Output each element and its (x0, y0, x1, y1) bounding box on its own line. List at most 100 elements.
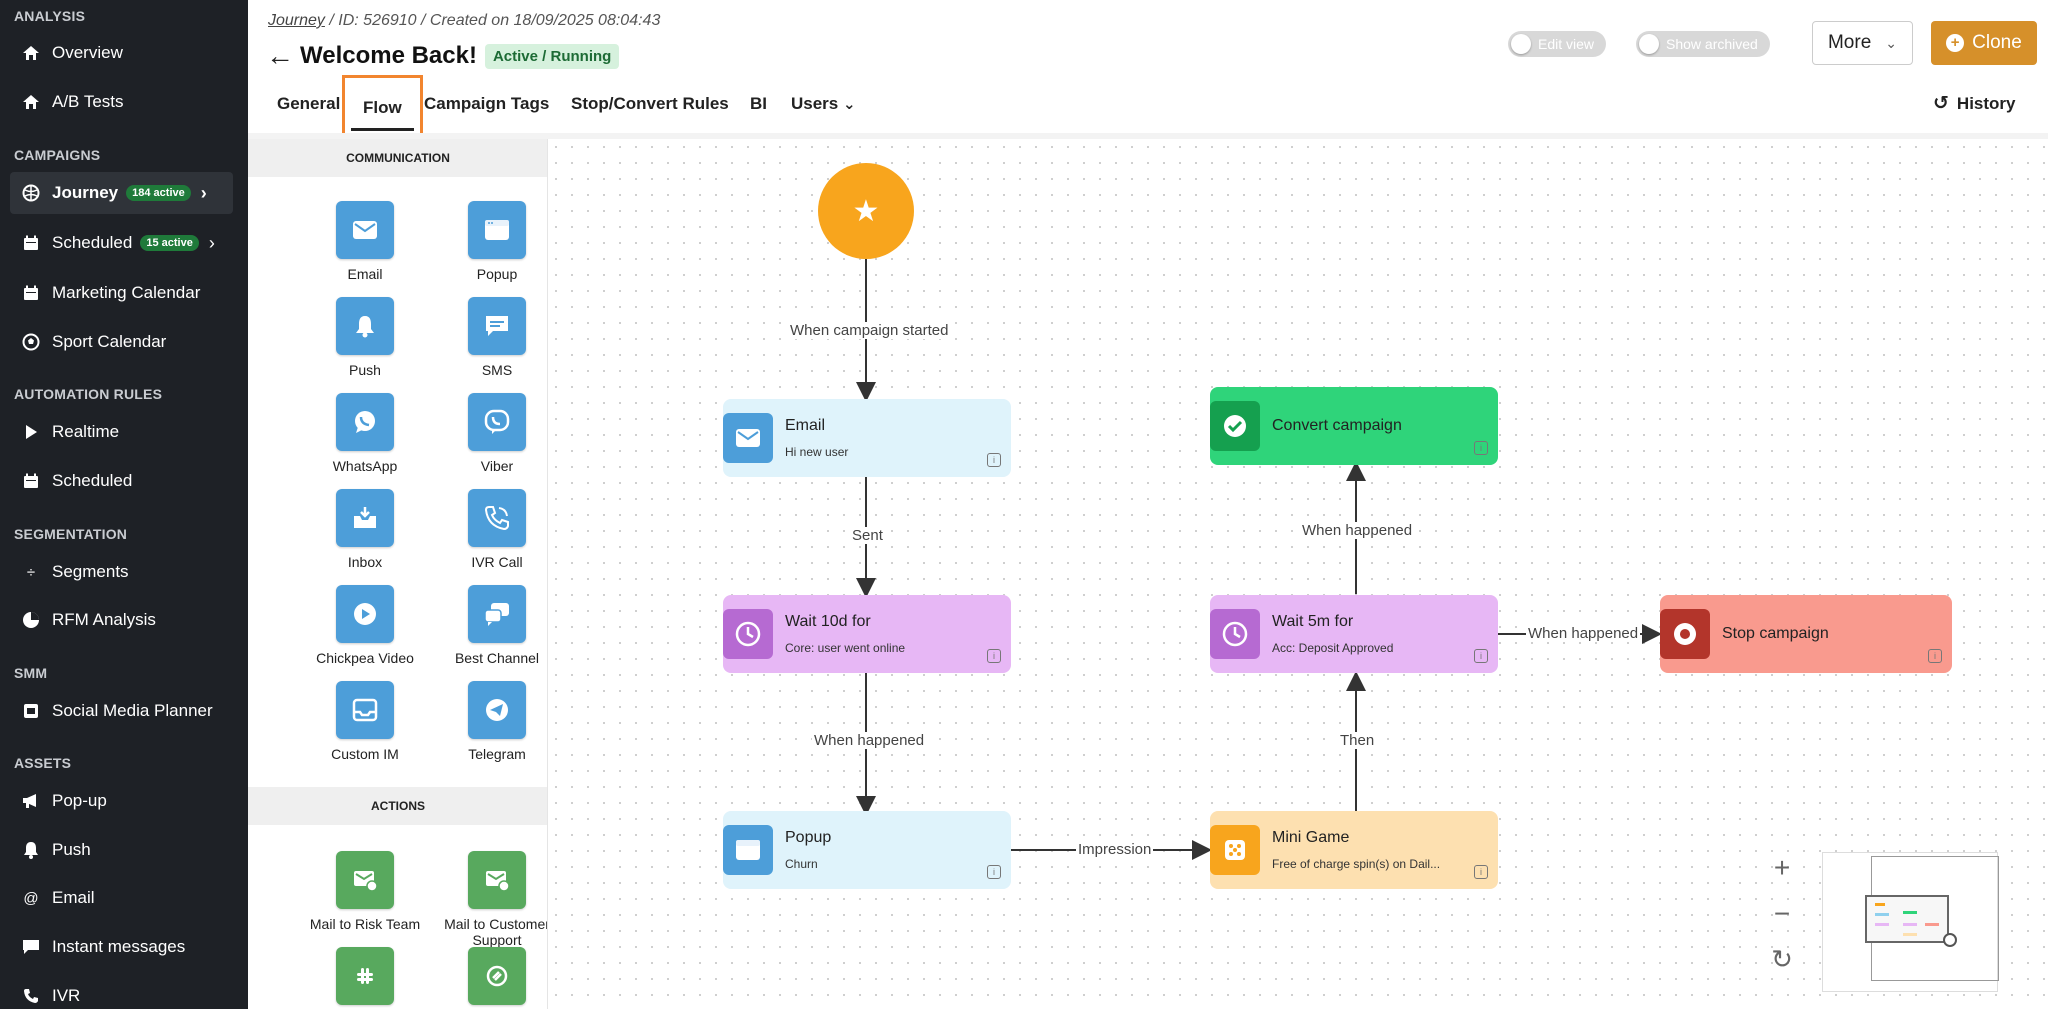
palette-item-viber[interactable]: Viber (432, 393, 547, 474)
palette-item-inbox[interactable]: Inbox (300, 489, 430, 570)
active-count-badge: 184 active (126, 185, 191, 201)
page-title: Welcome Back! (300, 42, 477, 69)
palette-item-webhook[interactable] (432, 947, 547, 1005)
flow-node-popup[interactable]: Popup Churn i (723, 811, 1011, 889)
palette-item-whatsapp[interactable]: WhatsApp (300, 393, 430, 474)
flow-canvas[interactable]: ★ When campaign started Sent When happen… (548, 139, 2048, 1009)
tab-users[interactable]: Users ⌄ (791, 78, 856, 130)
zoom-in-button[interactable]: + (1752, 852, 1812, 892)
globe-icon (22, 184, 40, 202)
check-circle-icon (1210, 401, 1260, 451)
tab-campaign-tags[interactable]: Campaign Tags (424, 78, 549, 130)
inbox-icon (336, 489, 394, 547)
palette-label: Mail to Customer Support (444, 916, 548, 948)
sidebar-item-auto-scheduled[interactable]: Scheduled (10, 460, 233, 502)
sidebar-item-push[interactable]: Push (10, 829, 233, 871)
chevron-down-icon: ⌄ (843, 96, 856, 113)
phone-call-icon (468, 489, 526, 547)
flow-node-wait-10d[interactable]: Wait 10d for Core: user went online i (723, 595, 1011, 673)
node-title: Popup (785, 829, 832, 846)
home-icon (22, 44, 40, 62)
sidebar-item-segments[interactable]: ÷ Segments (10, 551, 233, 593)
palette-item-push[interactable]: Push (300, 297, 430, 378)
star-icon: ★ (852, 194, 880, 228)
arrow-left-icon[interactable]: ← (266, 40, 294, 72)
breadcrumb-journey-link[interactable]: Journey (268, 12, 325, 29)
edit-view-toggle[interactable]: Edit view (1508, 31, 1607, 57)
sidebar-item-scheduled[interactable]: Scheduled 15 active › (10, 222, 233, 264)
minimap[interactable] (1822, 852, 1999, 992)
node-subtitle: Churn (785, 857, 818, 871)
palette-item-chickpea-video[interactable]: Chickpea Video (300, 585, 430, 666)
window-icon (468, 201, 526, 259)
palette-item-email[interactable]: Email (300, 201, 430, 282)
history-button[interactable]: ↺ History (1933, 92, 2016, 115)
info-icon[interactable]: i (987, 865, 1001, 879)
sidebar-item-ivr[interactable]: IVR (10, 975, 233, 1017)
section-automation: AUTOMATION RULES (14, 386, 163, 402)
window-icon (723, 825, 773, 875)
palette-item-sms[interactable]: SMS (432, 297, 547, 378)
palette-item-telegram[interactable]: Telegram (432, 681, 547, 762)
sidebar-item-sport-calendar[interactable]: Sport Calendar (10, 321, 233, 363)
active-count-badge: 15 active (140, 235, 199, 251)
tab-stop-convert[interactable]: Stop/Convert Rules (571, 78, 729, 130)
flow-node-stop[interactable]: Stop campaign i (1660, 595, 1952, 673)
palette-item-popup[interactable]: Popup (432, 201, 547, 282)
flow-node-wait-5m[interactable]: Wait 5m for Acc: Deposit Approved i (1210, 595, 1498, 673)
sidebar-item-popup[interactable]: Pop-up (10, 780, 233, 822)
show-archived-toggle[interactable]: Show archived (1636, 31, 1770, 57)
sidebar-item-email[interactable]: @ Email (10, 877, 233, 919)
sidebar-item-label: Marketing Calendar (52, 283, 201, 302)
palette-item-mail-risk[interactable]: Mail to Risk Team (300, 851, 430, 932)
palette-item-custom-im[interactable]: Custom IM (300, 681, 430, 762)
sidebar-item-rfm[interactable]: RFM Analysis (10, 599, 233, 641)
palette-item-slack[interactable] (300, 947, 430, 1005)
breadcrumb-sep: / (421, 12, 426, 29)
sidebar-item-overview[interactable]: Overview (10, 32, 233, 74)
sidebar-item-journey[interactable]: Journey 184 active › (10, 172, 233, 214)
info-icon[interactable]: i (987, 453, 1001, 467)
node-subtitle: Acc: Deposit Approved (1272, 641, 1394, 655)
palette-label: Custom IM (331, 746, 399, 762)
info-icon[interactable]: i (1474, 441, 1488, 455)
sidebar-item-instant[interactable]: Instant messages (10, 926, 233, 968)
toggle-knob (1511, 34, 1531, 54)
zoom-out-button[interactable]: − (1752, 898, 1812, 938)
sidebar-item-realtime[interactable]: Realtime (10, 411, 233, 453)
more-dropdown[interactable]: More ⌄ (1812, 21, 1913, 65)
flow-node-mini-game[interactable]: Mini Game Free of charge spin(s) on Dail.… (1210, 811, 1498, 889)
palette-item-ivr-call[interactable]: IVR Call (432, 489, 547, 570)
sidebar-item-marketing-calendar[interactable]: Marketing Calendar (10, 272, 233, 314)
reset-view-button[interactable]: ↻ (1752, 944, 1812, 984)
calendar-icon (22, 702, 40, 720)
tab-flow[interactable]: Flow (342, 75, 423, 141)
minimap-resize-handle[interactable] (1943, 933, 1957, 947)
megaphone-icon (22, 792, 40, 810)
palette-item-best-channel[interactable]: Best Channel (432, 585, 547, 666)
edge-label-impression: Impression (1076, 841, 1154, 858)
plus-circle-icon: + (1946, 34, 1965, 52)
clone-label: Clone (1972, 32, 2022, 53)
palette-label: Chickpea Video (316, 650, 414, 666)
start-node[interactable]: ★ (818, 163, 914, 259)
palette-item-mail-support[interactable]: Mail to Customer Support (432, 851, 548, 948)
node-title: Wait 5m for (1272, 613, 1354, 630)
sidebar-item-social-planner[interactable]: Social Media Planner (10, 690, 233, 732)
info-icon[interactable]: i (1474, 865, 1488, 879)
status-badge: Active / Running (484, 43, 620, 69)
divide-icon: ÷ (26, 563, 36, 581)
sidebar-item-ab-tests[interactable]: A/B Tests (10, 81, 233, 123)
tab-bi[interactable]: BI (750, 78, 767, 130)
tab-general[interactable]: General (277, 78, 340, 130)
envelope-icon (723, 413, 773, 463)
info-icon[interactable]: i (987, 649, 1001, 663)
node-subtitle: Core: user went online (785, 641, 906, 655)
info-icon[interactable]: i (1928, 649, 1942, 663)
info-icon[interactable]: i (1474, 649, 1488, 663)
flow-node-convert[interactable]: Convert campaign i (1210, 387, 1498, 465)
palette-label: Push (349, 362, 381, 378)
calendar-icon (22, 284, 40, 302)
clone-button[interactable]: + Clone (1931, 21, 2037, 65)
flow-node-email[interactable]: Email Hi new user i (723, 399, 1011, 477)
